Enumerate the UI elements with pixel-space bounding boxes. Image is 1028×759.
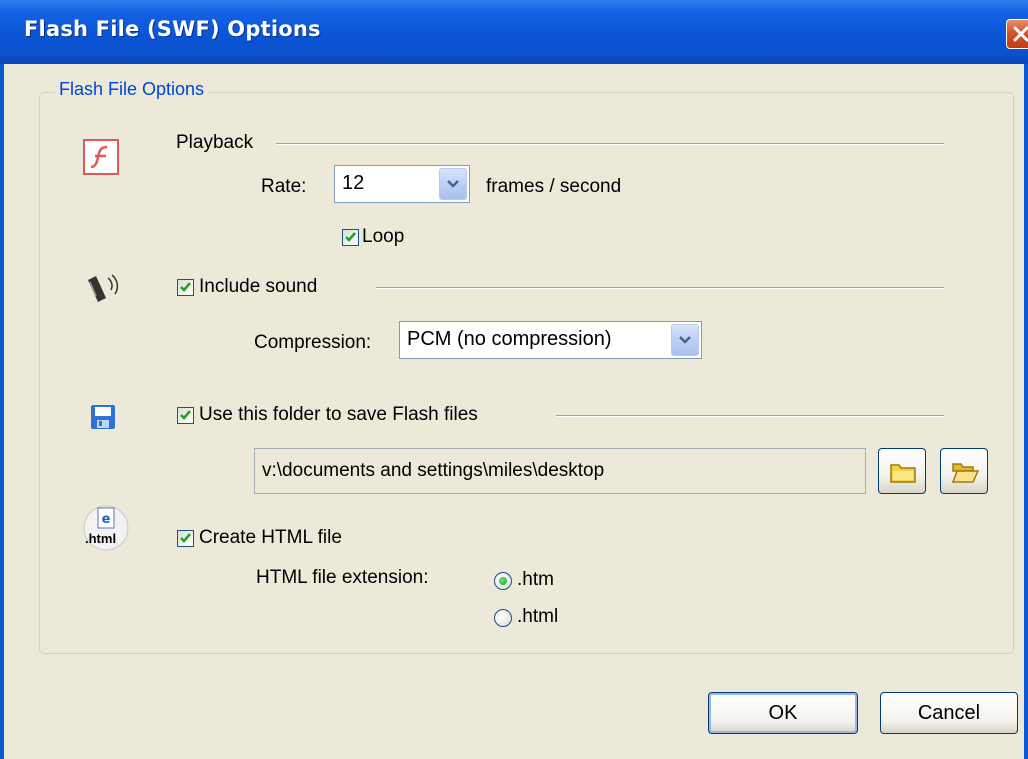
close-button[interactable] (1006, 19, 1028, 49)
checkmark-icon (180, 282, 191, 292)
radio-htm[interactable] (494, 572, 512, 590)
use-folder-label[interactable]: Use this folder to save Flash files (199, 404, 478, 426)
include-sound-checkbox[interactable] (177, 279, 194, 296)
checkmark-icon (180, 410, 191, 420)
compression-value: PCM (no compression) (407, 328, 612, 350)
loop-checkbox[interactable] (342, 229, 359, 246)
title-bar[interactable]: Flash File (SWF) Options (0, 0, 1028, 64)
radio-selected-dot (499, 577, 507, 585)
rate-combo[interactable]: 12 (334, 165, 470, 203)
folder-path-field[interactable]: v:\documents and settings\miles\desktop (254, 448, 866, 494)
sound-divider (376, 287, 944, 289)
rate-label: Rate: (261, 176, 307, 197)
open-folder-icon (951, 463, 979, 483)
radio-html-label[interactable]: .html (517, 606, 558, 628)
compression-label: Compression: (254, 332, 372, 353)
group-title: Flash File Options (55, 79, 209, 100)
checkmark-icon (345, 232, 356, 242)
loop-label[interactable]: Loop (362, 226, 404, 248)
radio-htm-label[interactable]: .htm (517, 569, 554, 591)
compression-dropdown-button[interactable] (671, 324, 699, 356)
include-sound-label[interactable]: Include sound (199, 276, 317, 298)
create-html-checkbox[interactable] (177, 530, 194, 547)
dialog-window: Flash File (SWF) Options Flash File Opti… (0, 0, 1028, 759)
checkmark-icon (180, 533, 191, 543)
close-icon (1013, 26, 1028, 42)
folder-icon (890, 464, 916, 483)
playback-divider (276, 143, 944, 145)
speaker-icon (84, 272, 124, 306)
chevron-down-icon (679, 336, 691, 344)
folder-divider (556, 415, 944, 417)
ok-button[interactable]: OK (708, 692, 858, 734)
html-extension-label: HTML file extension: (256, 567, 429, 588)
open-folder-button[interactable] (940, 448, 988, 494)
chevron-down-icon (447, 180, 459, 188)
rate-unit-label: frames / second (486, 176, 622, 197)
dialog-title: Flash File (SWF) Options (24, 17, 321, 41)
radio-html[interactable] (494, 609, 512, 627)
dialog-body: Flash File Options Playback Rate: 12 fra… (4, 64, 1024, 759)
browse-folder-button[interactable] (878, 448, 926, 494)
create-html-label[interactable]: Create HTML file (199, 527, 342, 549)
compression-combo[interactable]: PCM (no compression) (399, 321, 702, 359)
use-folder-checkbox[interactable] (177, 407, 194, 424)
floppy-disk-icon (90, 404, 116, 430)
flash-icon (83, 139, 119, 175)
svg-text:e: e (102, 512, 111, 527)
cancel-button[interactable]: Cancel (880, 692, 1018, 734)
rate-value: 12 (342, 172, 365, 194)
rate-dropdown-button[interactable] (439, 168, 467, 200)
html-file-icon: e .html (82, 504, 130, 552)
html-icon-caption: .html (85, 531, 117, 546)
playback-heading: Playback (176, 132, 254, 153)
folder-path-value: v:\documents and settings\miles\desktop (262, 460, 605, 481)
